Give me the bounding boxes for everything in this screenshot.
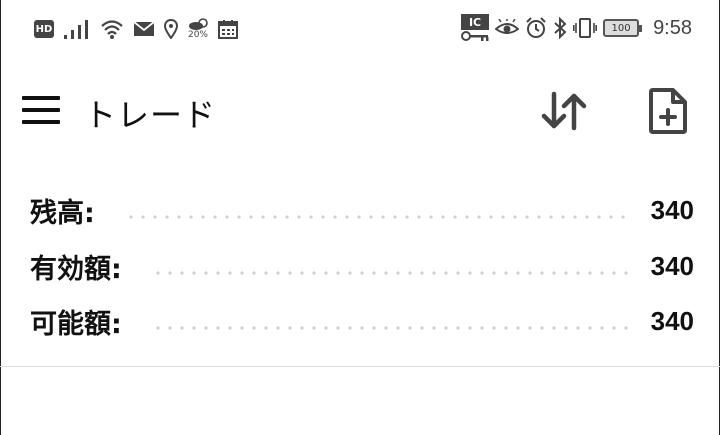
hd-icon: HD (34, 20, 54, 38)
balance-row-yukougaku: 有効額: 340 (30, 246, 694, 286)
alarm-icon (525, 17, 547, 39)
status-bar: HD 20% IC 100 9:58 (0, 0, 720, 58)
status-bar-right: IC 100 9:58 (461, 14, 692, 42)
eye-icon (495, 19, 520, 37)
balance-value: 340 (650, 250, 694, 281)
sort-icon[interactable] (538, 88, 590, 134)
wifi-icon (100, 18, 124, 40)
signal-icon (63, 18, 91, 40)
balance-label: 可能額: (30, 308, 122, 340)
calendar-icon (218, 19, 238, 39)
bluetooth-icon (553, 17, 567, 39)
status-bar-left: HD 20% (34, 16, 238, 42)
balance-label: 有効額: (30, 253, 122, 285)
balance-label: 残高: (30, 197, 95, 229)
balance-row-zandaka: 残高: 340 (30, 190, 694, 230)
weather-icon: 20% (187, 18, 209, 40)
vibrate-icon (573, 17, 598, 39)
balance-value: 340 (650, 305, 694, 336)
status-time: 9:58 (653, 16, 692, 39)
ic-label: IC (461, 14, 490, 30)
new-document-icon[interactable] (645, 86, 691, 136)
dotted-leader (151, 271, 629, 275)
dotted-leader (124, 215, 629, 219)
section-divider (0, 366, 720, 367)
weather-percent: 20% (187, 30, 208, 40)
page-title: トレード (84, 96, 217, 134)
location-icon (164, 19, 178, 39)
battery-icon: 100 (603, 19, 643, 37)
balance-value: 340 (650, 194, 694, 225)
ic-key-icon: IC (461, 14, 490, 42)
mail-icon (133, 20, 155, 38)
menu-icon[interactable] (22, 96, 60, 124)
app-bar: トレード (0, 70, 720, 150)
balance-row-kanougaku: 可能額: 340 (30, 301, 694, 341)
dotted-leader (151, 326, 629, 330)
